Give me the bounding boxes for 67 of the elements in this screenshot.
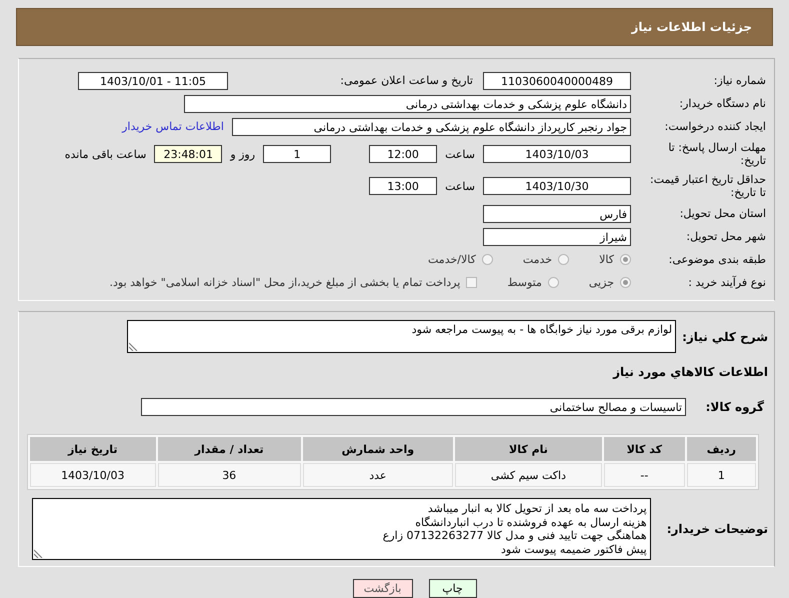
- field-label: شهر محل تحویل:: [685, 230, 767, 243]
- field-label: شماره نیاز:: [712, 74, 767, 87]
- checkbox-label: پرداخت تمام یا بخشی از مبلغ خرید،از محل "اسناد خزانه اسلامی" خواهد بود.: [110, 276, 460, 289]
- time-field: 13:00: [369, 177, 438, 195]
- resize-grip-icon: [34, 549, 43, 558]
- remaining-time-field: 23:48:01: [154, 145, 222, 163]
- column-header: ردیف: [686, 437, 756, 461]
- need-number-field: 1103060040000489: [483, 72, 631, 90]
- action-button[interactable]: بازگشت: [352, 579, 412, 598]
- radio-button[interactable]: [558, 254, 570, 265]
- remaining-label: ساعت باقی مانده: [64, 148, 148, 160]
- province-field: فارس: [483, 204, 631, 222]
- action-button[interactable]: چاپ: [428, 579, 476, 598]
- field-label: تاریخ و ساعت اعلان عمومی:: [339, 74, 474, 87]
- column-header: تاریخ نیاز: [30, 437, 156, 461]
- option-label: خدمت: [522, 253, 552, 266]
- field-label: نام دستگاه خریدار:: [678, 97, 767, 110]
- time-label: ساعت: [444, 180, 476, 192]
- requester-field: جواد رنجبر کارپرداز دانشگاه علوم پزشکی و خدمات بهداشتی درمانی: [232, 118, 631, 136]
- note-line: پیش فاکتور ضمیمه پیوست شود: [500, 542, 647, 556]
- note-line: هزینه ارسال به عهده فروشنده تا درب انباردانشگاه: [414, 516, 647, 529]
- page-title: جزئیات اطلاعات نیاز: [631, 20, 752, 34]
- checkbox[interactable]: [466, 277, 478, 288]
- resize-grip-icon: [129, 342, 138, 351]
- table-cell: عدد: [302, 463, 453, 487]
- column-header: تعداد / مقدار: [158, 437, 301, 461]
- note-line: هماهنگی جهت تایید فنی و مدل کالا 07132263277 زارع: [382, 529, 647, 542]
- radio-button[interactable]: [548, 277, 559, 288]
- table-cell: 36: [158, 463, 301, 487]
- field-label: طبقه بندی موضوعی:: [668, 253, 767, 266]
- table-cell: داکت سیم کشی: [454, 463, 602, 487]
- days-label: روز و: [228, 148, 256, 160]
- buyer-org-field: دانشگاه علوم پزشکی و خدمات بهداشتی درمانی: [184, 94, 631, 112]
- buyer-notes-textarea[interactable]: پرداخت سه ماه بعد از تحویل کالا به انبار میباشد هزینه ارسال به عهده فروشنده تا درب انباردانشگاه هماهنگی جهت تایید فنی و مدل کالا 07132263277 زارع پیش فاکتور ضمیمه پیوست شود: [32, 498, 651, 560]
- radio-button[interactable]: [482, 254, 493, 265]
- field-label: توضیحات خریدار:: [666, 522, 769, 536]
- option-label: متوسط: [507, 276, 542, 289]
- time-field: 12:00: [369, 145, 438, 163]
- field-label: استان محل تحویل:: [678, 207, 767, 220]
- table-cell: 1403/10/03: [30, 463, 156, 487]
- field-label: مهلت ارسال پاسخ: تا تاریخ:: [667, 141, 767, 167]
- column-header: کد کالا: [604, 437, 685, 461]
- field-label: حداقل تاریخ اعتبار قیمت: تا تاریخ:: [649, 173, 767, 199]
- announce-date-field: 1403/10/01 - 11:05: [78, 72, 228, 90]
- radio-button[interactable]: [620, 254, 631, 265]
- city-field: شیراز: [483, 228, 631, 246]
- days-field: 1: [263, 145, 332, 163]
- field-label: ایجاد کننده درخواست:: [664, 120, 767, 133]
- column-header: واحد شمارش: [302, 437, 453, 461]
- description-textarea[interactable]: لوازم برقی مورد نیاز خوابگاه ها - به پیوست مراجعه شود: [127, 320, 676, 353]
- table-cell: --: [604, 463, 685, 487]
- goods-group-field: تاسیسات و مصالح ساختمانی: [141, 398, 686, 416]
- column-header: نام کالا: [454, 437, 602, 461]
- field-label: گروه کالا:: [704, 400, 765, 414]
- option-label: کالا: [599, 253, 614, 266]
- date-field: 1403/10/30: [483, 177, 631, 195]
- radio-button[interactable]: [620, 277, 631, 288]
- date-field: 1403/10/03: [483, 145, 631, 163]
- time-label: ساعت: [444, 148, 476, 160]
- section-heading: اطلاعات کالاهاي مورد نياز: [612, 364, 769, 379]
- table-cell: 1: [686, 463, 756, 487]
- field-label: نوع فرآیند خرید :: [687, 276, 767, 289]
- option-label: کالا/خدمت: [428, 253, 476, 266]
- field-label: شرح کلي نياز:: [681, 329, 769, 344]
- contact-link[interactable]: اطلاعات تماس خریدار: [122, 120, 224, 133]
- option-label: جزیی: [588, 276, 614, 289]
- note-line: پرداخت سه ماه بعد از تحویل کالا به انبار میباشد: [426, 502, 647, 516]
